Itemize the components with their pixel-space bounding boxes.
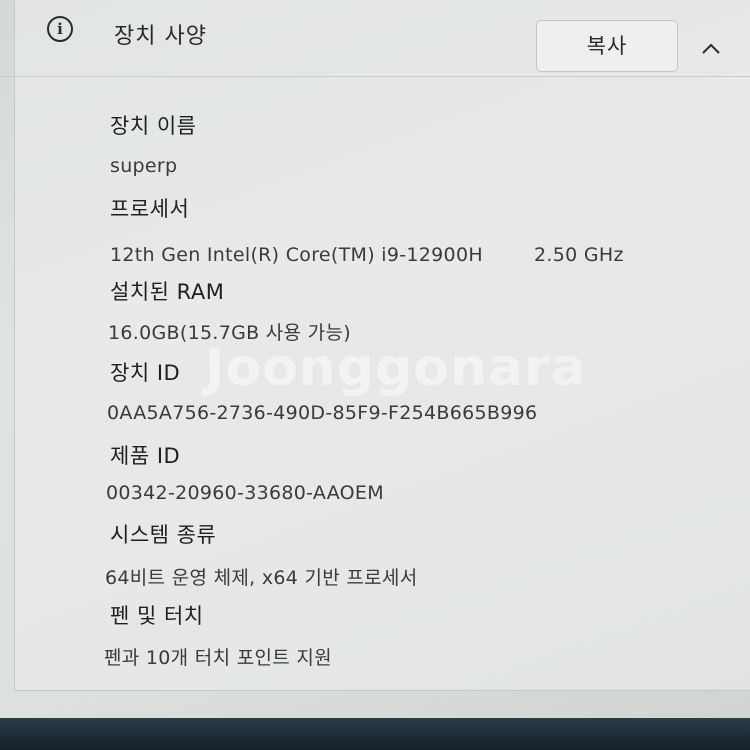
watermark: Joonggonara (205, 338, 587, 398)
spec-label-pen-touch: 펜 및 터치 (110, 604, 204, 628)
spec-label-system-type: 시스템 종류 (110, 523, 217, 547)
spec-value-processor-speed: 2.50 GHz (534, 244, 624, 266)
section-title: 장치 사양 (114, 24, 207, 49)
info-icon: i (47, 16, 73, 42)
spec-label-device-name: 장치 이름 (110, 114, 197, 138)
settings-screen: i 장치 사양 복사 장치 이름 superp 프로세서 12th Gen In… (0, 0, 750, 750)
spec-value-device-id: 0AA5A756-2736-490D-85F9-F254B665B996 (107, 402, 538, 424)
copy-button[interactable]: 복사 (536, 20, 678, 72)
chevron-up-icon[interactable] (700, 40, 722, 56)
spec-label-ram: 설치된 RAM (110, 280, 225, 304)
spec-value-system-type: 64비트 운영 체제, x64 기반 프로세서 (105, 567, 418, 589)
device-specs-header[interactable]: i 장치 사양 복사 (0, 0, 750, 77)
spec-value-product-id: 00342-20960-33680-AAOEM (106, 482, 384, 504)
spec-value-device-name: superp (110, 155, 178, 177)
spec-label-processor: 프로세서 (110, 197, 190, 221)
taskbar (0, 718, 750, 750)
spec-value-processor: 12th Gen Intel(R) Core(TM) i9-12900H (110, 244, 483, 266)
spec-value-pen-touch: 펜과 10개 터치 포인트 지원 (104, 647, 332, 669)
spec-label-product-id: 제품 ID (110, 444, 181, 468)
spec-label-device-id: 장치 ID (110, 361, 181, 385)
